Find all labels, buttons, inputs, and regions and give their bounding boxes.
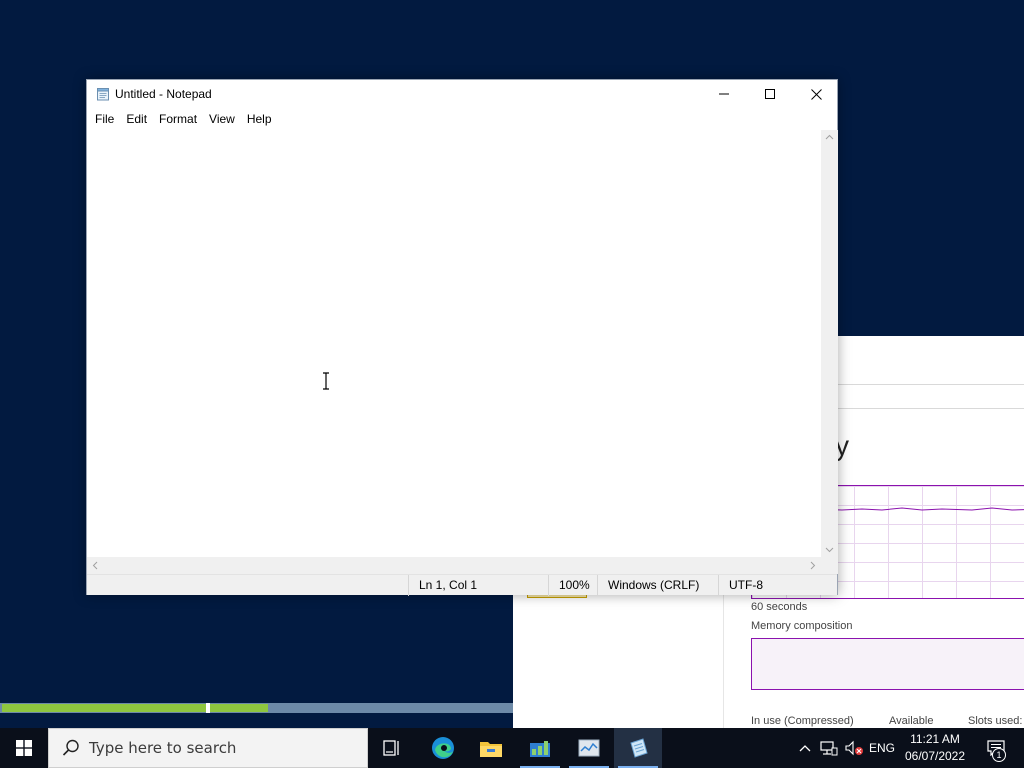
folder-icon [480, 742, 502, 757]
maximize-button[interactable] [747, 80, 793, 108]
scroll-down-icon[interactable] [825, 545, 834, 554]
text-editor-area[interactable] [87, 130, 821, 557]
memory-composition-bar [751, 638, 1024, 690]
close-icon [810, 88, 822, 100]
notification-count-badge: 1 [992, 748, 1006, 762]
chevron-up-icon [799, 745, 811, 752]
clock-date: 06/07/2022 [904, 749, 966, 763]
zoom-level: 100% [548, 575, 597, 596]
windows-logo-icon [16, 740, 32, 756]
title-bar[interactable]: Untitled - Notepad [87, 80, 837, 108]
scroll-up-icon[interactable] [825, 133, 834, 142]
available-label: Available [889, 715, 934, 727]
menu-view[interactable]: View [203, 110, 241, 128]
file-explorer-button[interactable] [467, 728, 515, 768]
horizontal-scrollbar[interactable] [87, 557, 821, 574]
tm-divider [838, 408, 1024, 409]
progress-segment [210, 704, 268, 712]
network-icon [820, 741, 838, 756]
show-hidden-icons-button[interactable] [796, 728, 814, 768]
search-placeholder: Type here to search [89, 739, 237, 757]
status-bar: Ln 1, Col 1 100% Windows (CRLF) UTF-8 [87, 574, 838, 596]
progress-segment [2, 704, 206, 712]
tm-divider [838, 384, 1024, 385]
menu-bar: File Edit Format View Help [87, 109, 837, 129]
input-language[interactable]: ENG [869, 728, 895, 768]
encoding: UTF-8 [718, 575, 838, 596]
memory-composition-label: Memory composition [751, 620, 853, 632]
search-box[interactable]: Type here to search [48, 728, 368, 768]
taskbar: Type here to search ENG 11:21 AM 06/07/2… [0, 728, 1024, 768]
vertical-scrollbar[interactable] [821, 130, 838, 557]
edge-icon [432, 737, 454, 759]
scroll-left-icon[interactable] [91, 561, 100, 570]
minimize-icon [719, 93, 729, 95]
minimize-button[interactable] [701, 80, 747, 108]
maximize-icon [765, 89, 775, 99]
menu-help[interactable]: Help [241, 110, 278, 128]
task-manager-icon [578, 739, 600, 757]
tm-panel-divider [723, 586, 724, 728]
notepad-icon [630, 738, 648, 758]
notepad-taskbar-button[interactable] [614, 728, 662, 768]
scroll-right-icon[interactable] [808, 561, 817, 570]
close-button[interactable] [793, 80, 839, 108]
start-button[interactable] [0, 728, 48, 768]
slots-used-label: Slots used: [968, 715, 1023, 727]
server-manager-button[interactable] [516, 728, 564, 768]
window-title: Untitled - Notepad [115, 87, 212, 101]
desktop-progress-bar [0, 703, 513, 713]
clock[interactable]: 11:21 AM 06/07/2022 [900, 731, 970, 765]
task-view-icon [383, 740, 399, 756]
network-button[interactable] [818, 728, 840, 768]
server-manager-icon [530, 741, 550, 757]
cursor-position: Ln 1, Col 1 [408, 575, 548, 596]
search-icon [62, 739, 79, 756]
line-ending: Windows (CRLF) [597, 575, 718, 596]
notepad-icon [97, 88, 109, 101]
menu-format[interactable]: Format [153, 110, 203, 128]
notepad-window[interactable]: Untitled - Notepad File Edit Format View… [86, 79, 838, 596]
scrollbar-corner [821, 557, 838, 574]
volume-muted-icon [845, 740, 863, 756]
task-view-button[interactable] [368, 728, 416, 768]
menu-file[interactable]: File [89, 110, 120, 128]
in-use-label: In use (Compressed) [751, 715, 854, 727]
edge-button[interactable] [419, 728, 467, 768]
volume-button[interactable] [842, 728, 866, 768]
clock-time: 11:21 AM [910, 732, 960, 746]
menu-edit[interactable]: Edit [120, 110, 153, 128]
graph-duration-label: 60 seconds [751, 601, 808, 613]
text-cursor-icon [323, 372, 329, 390]
task-manager-button[interactable] [565, 728, 613, 768]
